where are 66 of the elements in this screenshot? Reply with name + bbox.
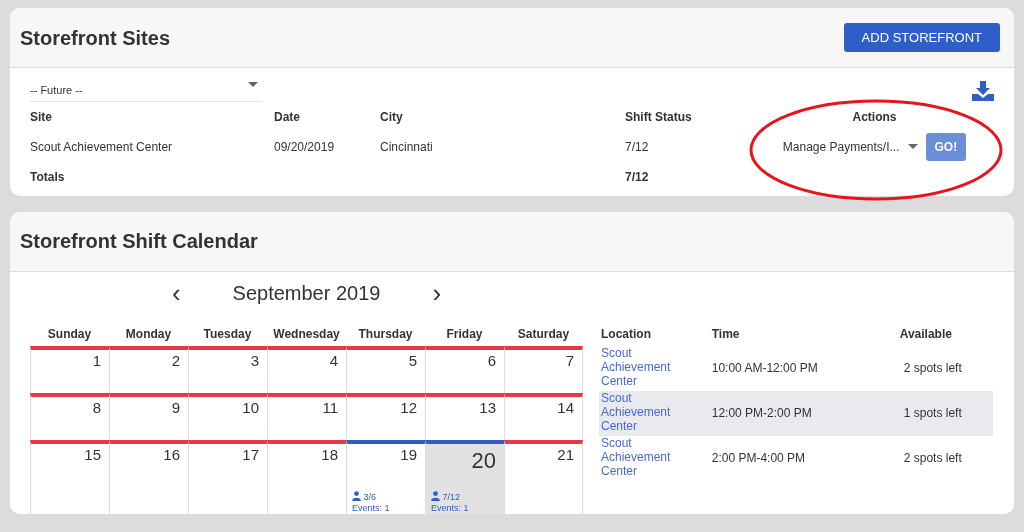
shift-count: 3/6 xyxy=(363,491,377,502)
panel-title: Storefront Sites xyxy=(20,25,171,51)
table-cell: 09/20/2019 xyxy=(274,139,335,154)
shift-row[interactable]: Scout Achievement Center 10:00 AM-12:00 PM 2 spots left xyxy=(599,345,993,391)
column-header: Date xyxy=(274,109,300,124)
table-cell: 2:00 PM-4:00 PM xyxy=(711,451,806,465)
table-cell: 1 spots left xyxy=(903,406,962,420)
location-link[interactable]: Scout Achievement Center xyxy=(601,346,673,388)
previous-month-button[interactable]: ‹ xyxy=(167,279,185,306)
weekday-header: Saturday xyxy=(517,326,570,341)
column-header: Available xyxy=(899,326,952,341)
next-month-button[interactable]: › xyxy=(428,279,446,306)
shift-count: 7/12 xyxy=(442,491,461,502)
weekday-header: Monday xyxy=(125,326,172,341)
events-count: Events: 1 xyxy=(352,502,391,514)
filter-dropdown[interactable]: -- Future -- xyxy=(30,80,262,102)
panel-title: Storefront Shift Calendar xyxy=(20,229,258,254)
calendar-day[interactable]: 15 xyxy=(30,439,109,514)
calendar-day[interactable]: 9 xyxy=(109,392,188,440)
calendar-day[interactable]: 12 xyxy=(346,392,425,440)
column-header: Actions xyxy=(852,109,897,124)
calendar-day[interactable]: 7 xyxy=(504,345,583,393)
calendar-day[interactable]: 18 xyxy=(267,439,346,514)
month-title: September 2019 xyxy=(232,280,381,306)
calendar-day[interactable]: 8 xyxy=(30,392,109,440)
table-cell: 12:00 PM-2:00 PM xyxy=(711,406,812,420)
table-cell: 7/12 xyxy=(625,139,649,154)
location-link[interactable]: Scout Achievement Center xyxy=(601,436,673,478)
shift-row[interactable]: Scout Achievement Center 2:00 PM-4:00 PM 2 spots left xyxy=(599,435,993,481)
weekday-header: Wednesday xyxy=(273,326,340,341)
table-cell: Cincinnati xyxy=(380,139,433,154)
column-header: City xyxy=(380,109,403,124)
calendar-day[interactable]: 4 xyxy=(267,345,346,393)
person-icon xyxy=(431,490,440,501)
calendar-day[interactable]: 6 xyxy=(425,345,504,393)
table-cell: 2 spots left xyxy=(903,451,962,465)
calendar-day[interactable]: 17 xyxy=(188,439,267,514)
download-icon[interactable] xyxy=(972,80,994,101)
table-cell: 2 spots left xyxy=(903,361,962,375)
person-icon xyxy=(352,490,361,501)
calendar-day[interactable]: 21 xyxy=(504,439,583,514)
calendar-day[interactable]: 11 xyxy=(267,392,346,440)
calendar-day[interactable]: 20 7/12 Events: 1 xyxy=(425,439,504,514)
weekday-header: Thursday xyxy=(358,326,413,341)
calendar-day[interactable]: 10 xyxy=(188,392,267,440)
weekday-header: Friday xyxy=(446,326,483,341)
column-header: Site xyxy=(30,109,52,124)
calendar-day[interactable]: 14 xyxy=(504,392,583,440)
calendar-day[interactable]: 2 xyxy=(109,345,188,393)
weekday-header: Sunday xyxy=(47,326,92,341)
action-dropdown[interactable]: Manage Payments/I... xyxy=(782,137,918,156)
calendar-day[interactable]: 16 xyxy=(109,439,188,514)
column-header: Shift Status xyxy=(625,109,692,124)
calendar-day[interactable]: 1 xyxy=(30,345,109,393)
shift-row[interactable]: Scout Achievement Center 12:00 PM-2:00 PM 1 spots left xyxy=(599,390,993,436)
events-count: Events: 1 xyxy=(431,502,470,514)
totals-value: 7/12 xyxy=(625,169,649,184)
table-cell: 10:00 AM-12:00 PM xyxy=(711,361,818,375)
totals-label: Totals xyxy=(30,169,65,184)
calendar-day[interactable]: 3 xyxy=(188,345,267,393)
weekday-header: Tuesday xyxy=(203,326,252,341)
calendar-day[interactable]: 5 xyxy=(346,345,425,393)
column-header: Location xyxy=(601,326,651,341)
column-header: Time xyxy=(711,326,740,341)
table-cell: Scout Achievement Center xyxy=(30,139,173,154)
add-storefront-button[interactable]: ADD STOREFRONT xyxy=(843,22,1000,53)
